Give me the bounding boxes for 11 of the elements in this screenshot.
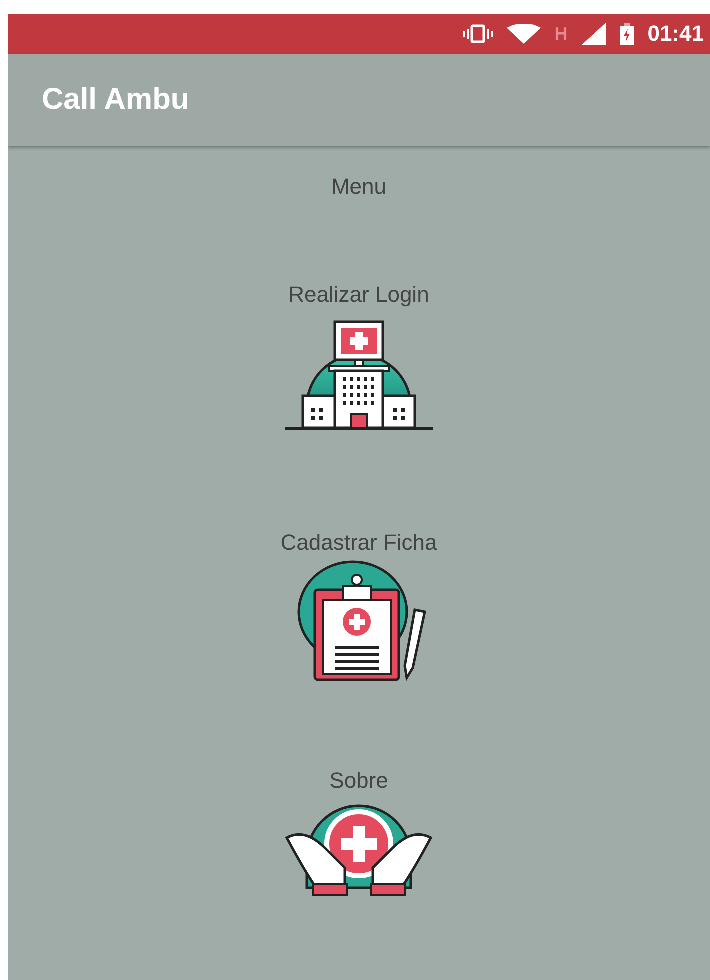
menu-item-label[interactable]: Sobre [330,768,388,794]
wifi-icon [506,24,541,44]
menu-item-label[interactable]: Cadastrar Ficha [280,530,438,556]
network-type: H [554,24,568,44]
app-title: Call Ambu [42,83,190,117]
signal-icon [582,23,606,45]
menu-item-label[interactable]: Realizar Login [288,282,430,308]
clock: 01:41 [648,21,704,47]
menu-heading: Menu [331,174,387,200]
vibrate-icon [462,24,493,44]
battery-icon [620,23,634,45]
